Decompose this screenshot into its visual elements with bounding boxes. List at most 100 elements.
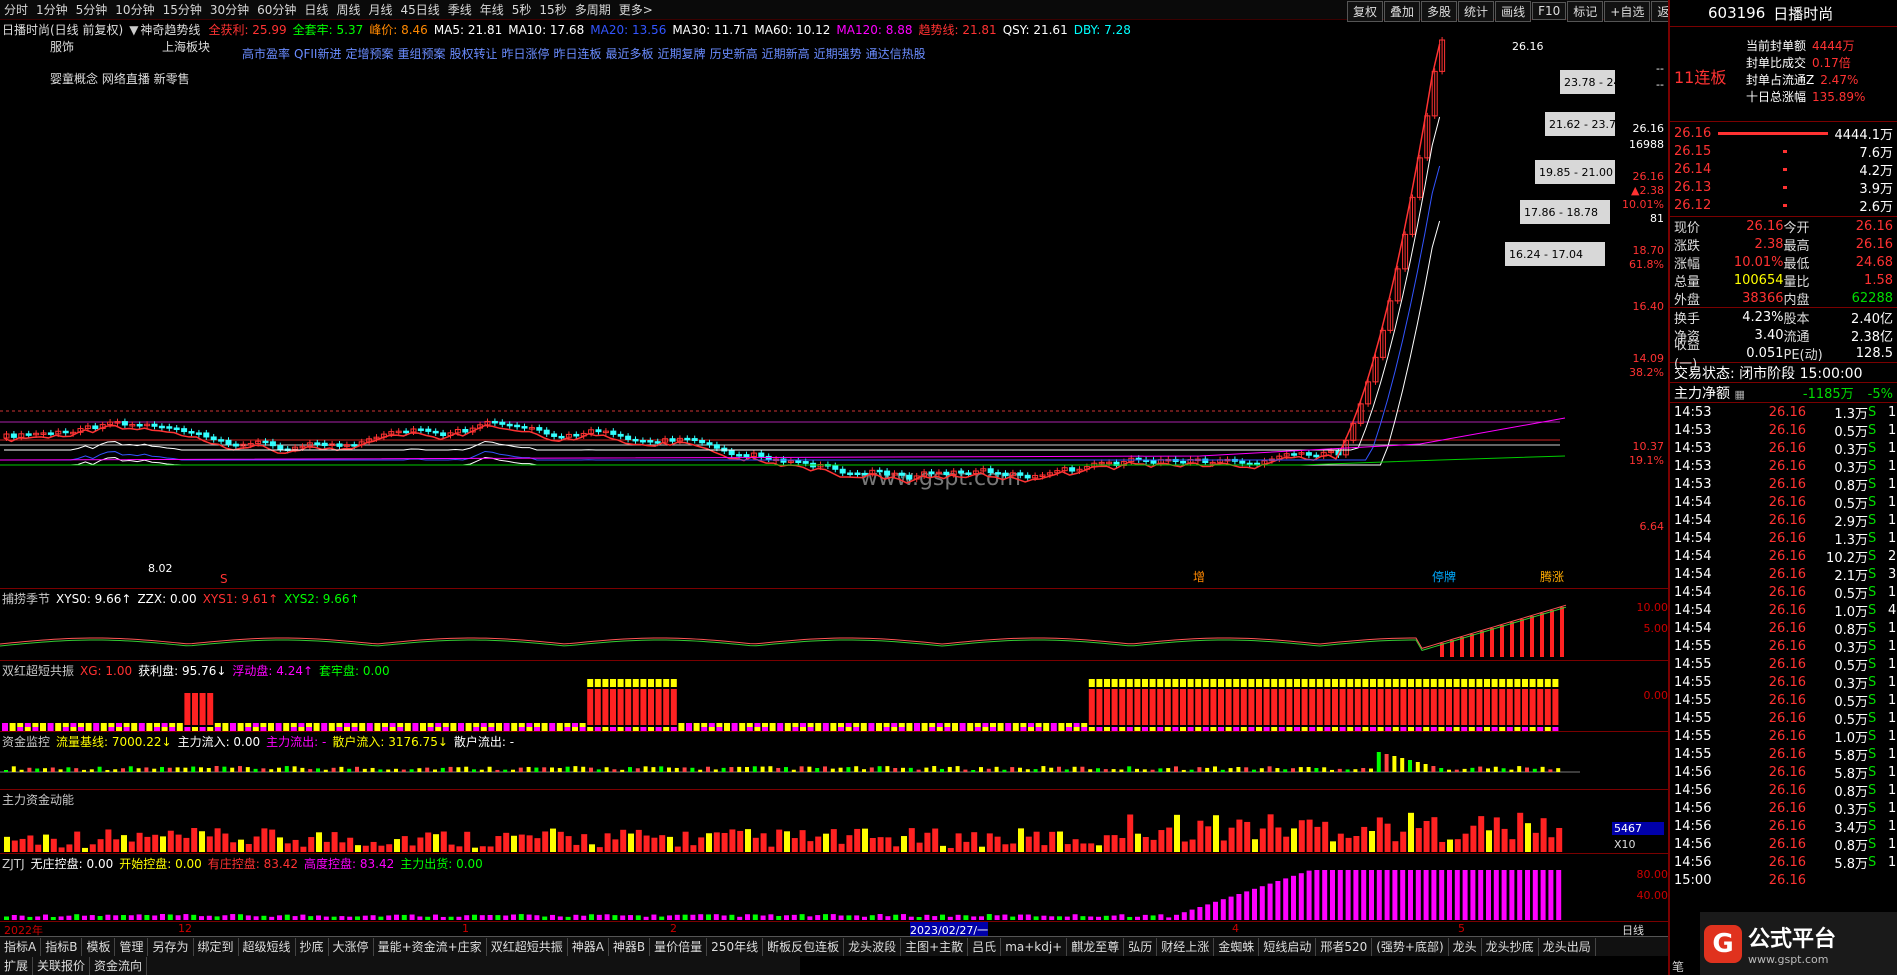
indicator-tab-22[interactable]: 财经上涨 <box>1157 937 1215 956</box>
bid-row[interactable]: 26.12 2.6万 <box>1670 196 1897 215</box>
period-tab-14[interactable]: 15秒 <box>535 1 570 18</box>
ind5-bar <box>1111 915 1117 920</box>
top-button-3[interactable]: 统计 <box>1458 0 1495 22</box>
stat-row: 收益(一) 0.051 PE(动) 128.5 <box>1670 338 1897 372</box>
period-tab-7[interactable]: 日线 <box>300 1 332 18</box>
indicator-tab-16[interactable]: 龙头波段 <box>844 937 902 956</box>
ind2-bar <box>640 689 647 725</box>
indicator-tab-12[interactable]: 神器B <box>609 937 651 956</box>
ind2-top <box>1180 679 1186 687</box>
ind5-bar <box>1314 870 1320 920</box>
period-tab-5[interactable]: 30分钟 <box>206 1 253 18</box>
top-button-4[interactable]: 画线 <box>1495 0 1532 22</box>
period-tab-1[interactable]: 1分钟 <box>32 1 72 18</box>
ind4-bar <box>1174 814 1180 852</box>
period-tab-3[interactable]: 10分钟 <box>111 1 158 18</box>
ind3-bar <box>11 766 16 772</box>
ind2-bar <box>1385 689 1392 725</box>
indicator-tab-24[interactable]: 短线启动 <box>1259 937 1317 956</box>
indicator-tab-13[interactable]: 量价倍量 <box>650 937 708 956</box>
top-button-1[interactable]: 叠加 <box>1384 0 1421 22</box>
indicator-tab-2[interactable]: 模板 <box>82 937 116 956</box>
tick-row: 15:00 26.16 <box>1670 871 1897 889</box>
indicator-tab-3[interactable]: 管理 <box>115 937 149 956</box>
indicator-tab-5[interactable]: 绑定到 <box>194 937 239 956</box>
indicator-tab-18[interactable]: 吕氏 <box>968 937 1002 956</box>
extension-tab-2[interactable]: 资金流向 <box>90 956 148 975</box>
bid-row[interactable]: 26.13 3.9万 <box>1670 178 1897 197</box>
period-tab-16[interactable]: 更多> <box>615 1 657 18</box>
ind5-bar <box>1322 870 1328 920</box>
indicator-tab-8[interactable]: 大涨停 <box>329 937 374 956</box>
bid-list: 26.16 4444.1万 26.15 7.6万 26.14 4.2万 26.13 3.9万 2… <box>1670 121 1897 215</box>
tick-cell: 26.16 <box>1768 657 1806 672</box>
indicator-panel-3[interactable]: 资金监控 流量基线: 7000.22↓ 主力流入: 0.00 主力流出: - 散户流入:… <box>0 731 1670 789</box>
tick-cell: 3 <box>1888 567 1897 582</box>
top-button-0[interactable]: 复权 <box>1347 0 1384 22</box>
indicator-panel-4[interactable]: 主力资金动能 5467 X10 <box>0 789 1670 853</box>
period-tab-0[interactable]: 分时 <box>0 1 32 18</box>
period-tab-8[interactable]: 周线 <box>332 1 364 18</box>
period-tab-13[interactable]: 5秒 <box>508 1 536 18</box>
indicator-tab-14[interactable]: 250年线 <box>707 937 764 956</box>
top-button-6[interactable]: 标记 <box>1567 0 1604 22</box>
indicator-panel-1[interactable]: 捕捞季节 XYS0: 9.66↑ ZZX: 0.00 XYS1: 9.61↑ XYS2:… <box>0 588 1670 660</box>
indicator-tab-28[interactable]: 龙头抄底 <box>1482 937 1539 956</box>
ind2-top <box>1278 679 1285 687</box>
extension-tab-0[interactable]: 扩展 <box>0 956 34 975</box>
ind2-bar <box>47 723 54 727</box>
period-tab-12[interactable]: 年线 <box>476 1 508 18</box>
indicator-tab-0[interactable]: 指标A <box>0 937 42 956</box>
period-tab-9[interactable]: 月线 <box>364 1 396 18</box>
indicator-tab-17[interactable]: 主图+主散 <box>901 937 969 956</box>
ind3-bar <box>862 769 866 772</box>
indicator-tab-7[interactable]: 抄底 <box>296 937 329 956</box>
period-tab-11[interactable]: 季线 <box>444 1 476 18</box>
period-tab-4[interactable]: 15分钟 <box>159 1 206 18</box>
indicator-tab-29[interactable]: 龙头出局 <box>1539 937 1596 956</box>
indicator-tab-25[interactable]: 邢者520 <box>1316 937 1373 956</box>
top-button-5[interactable]: F10 <box>1532 2 1567 20</box>
indicator-tab-23[interactable]: 金蜘蛛 <box>1214 937 1260 956</box>
bid-bar <box>1717 131 1828 135</box>
kline-panel[interactable]: 日播时尚(日线 前复权) ▼ 神奇趋势线 全获利: 25.99 全套牢: 5.37… <box>0 20 1670 588</box>
ind3-bar <box>1384 754 1389 772</box>
indicator-tab-19[interactable]: ma+kdj+ <box>1001 937 1068 956</box>
tick-cell: S <box>1868 747 1877 762</box>
extension-tab-1[interactable]: 关联报价 <box>33 956 91 975</box>
indicator-panel-2[interactable]: 双红超短共振 XG: 1.00 获利盘: 95.76↓ 浮动盘: 4.24↑ 套牢盘: … <box>0 660 1670 731</box>
indicator-tab-15[interactable]: 断板反包连板 <box>763 937 845 956</box>
indicator-tab-21[interactable]: 弘历 <box>1124 937 1158 956</box>
ind4-bar <box>1252 839 1258 852</box>
period-tab-15[interactable]: 多周期 <box>571 1 615 18</box>
ind5-bar <box>1096 916 1101 920</box>
ind2-bar <box>1400 689 1407 725</box>
top-button-2[interactable]: 多股 <box>1421 0 1458 22</box>
grid-icon[interactable]: ▦ <box>1734 388 1744 401</box>
ind4-bar <box>183 837 190 852</box>
ind4-bar <box>1548 837 1555 852</box>
period-tab-10[interactable]: 45日线 <box>396 1 443 18</box>
indicator-tab-27[interactable]: 龙头 <box>1449 937 1482 956</box>
period-tab-2[interactable]: 5分钟 <box>72 1 112 18</box>
period-tab-6[interactable]: 60分钟 <box>253 1 300 18</box>
indicator-tab-20[interactable]: 麒龙至尊 <box>1067 937 1125 956</box>
bid-row[interactable]: 26.14 4.2万 <box>1670 160 1897 179</box>
ind4-bar <box>784 831 790 852</box>
tick-cell: S <box>1868 513 1877 528</box>
candlestick-chart[interactable]: 23.78 - 2421.62 - 23.7819.85 - 21.0017.8… <box>0 20 1620 588</box>
indicator-tab-4[interactable]: 另存为 <box>148 937 194 956</box>
ind3-bar <box>589 767 593 772</box>
bid-row[interactable]: 26.16 4444.1万 <box>1670 124 1897 143</box>
ind4-bar <box>144 836 151 852</box>
indicator-tab-11[interactable]: 神器A <box>568 937 609 956</box>
indicator-panel-5[interactable]: ZJTJ 无庄控盘: 0.00 开始控盘: 0.00 有庄控盘: 83.42 高度控盘:… <box>0 853 1670 921</box>
top-button-7[interactable]: +自选 <box>1604 0 1651 22</box>
tick-list[interactable]: 14:53 26.16 1.3万 S 1 14:53 26.16 0.5万 S 1 14:53 26.… <box>1670 402 1897 889</box>
indicator-tab-6[interactable]: 超级短线 <box>239 937 296 956</box>
indicator-tab-26[interactable]: (强势+底部) <box>1372 937 1449 956</box>
indicator-tab-9[interactable]: 量能+资金流+庄家 <box>374 937 487 956</box>
indicator-tab-1[interactable]: 指标B <box>41 937 83 956</box>
bid-row[interactable]: 26.15 7.6万 <box>1670 142 1897 161</box>
indicator-tab-10[interactable]: 双红超短共振 <box>487 937 568 956</box>
